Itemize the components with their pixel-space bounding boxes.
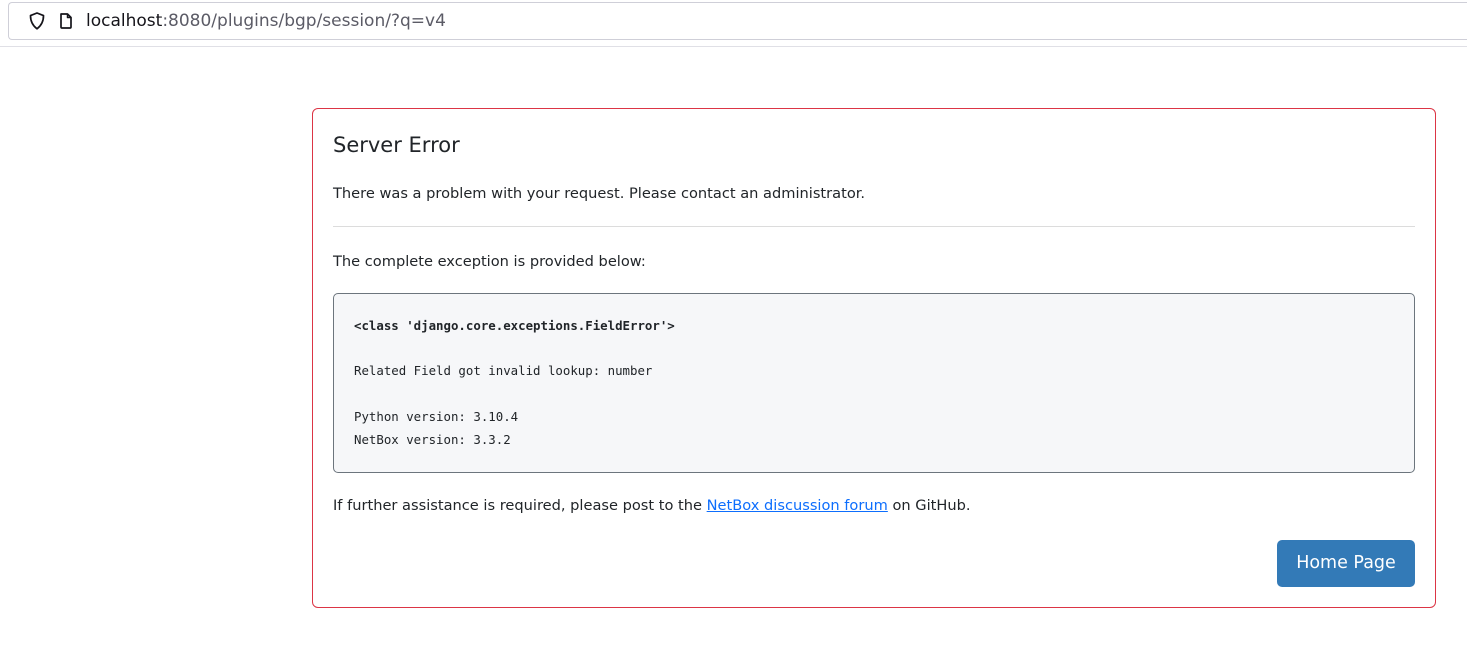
exception-class: <class 'django.core.exceptions.FieldErro… — [354, 318, 675, 333]
page-icon — [58, 11, 74, 31]
url-path: :8080/plugins/bgp/session/?q=v4 — [162, 11, 446, 31]
url-host: localhost — [86, 11, 163, 31]
help-text-prefix: If further assistance is required, pleas… — [333, 497, 707, 514]
netbox-version: NetBox version: 3.3.2 — [354, 432, 511, 447]
exception-intro-text: The complete exception is provided below… — [333, 253, 646, 270]
url-text[interactable]: localhost:8080/plugins/bgp/session/?q=v4 — [86, 10, 446, 32]
browser-address-bar: localhost:8080/plugins/bgp/session/?q=v4 — [0, 0, 1467, 46]
python-version: Python version: 3.10.4 — [354, 409, 519, 424]
help-text-suffix: on GitHub. — [887, 497, 971, 514]
toolbar-divider — [0, 46, 1467, 47]
exception-message: Related Field got invalid lookup: number — [354, 363, 653, 378]
error-card: Server Error There was a problem with yo… — [312, 108, 1436, 608]
exception-details: <class 'django.core.exceptions.FieldErro… — [333, 293, 1415, 473]
netbox-forum-link[interactable]: NetBox discussion forum — [707, 497, 888, 514]
home-page-button[interactable]: Home Page — [1277, 540, 1415, 587]
shield-icon[interactable] — [28, 11, 46, 31]
error-lead-text: There was a problem with your request. P… — [333, 185, 866, 202]
page-title: Server Error — [333, 133, 460, 157]
help-text: If further assistance is required, pleas… — [333, 495, 971, 517]
divider — [333, 226, 1415, 227]
